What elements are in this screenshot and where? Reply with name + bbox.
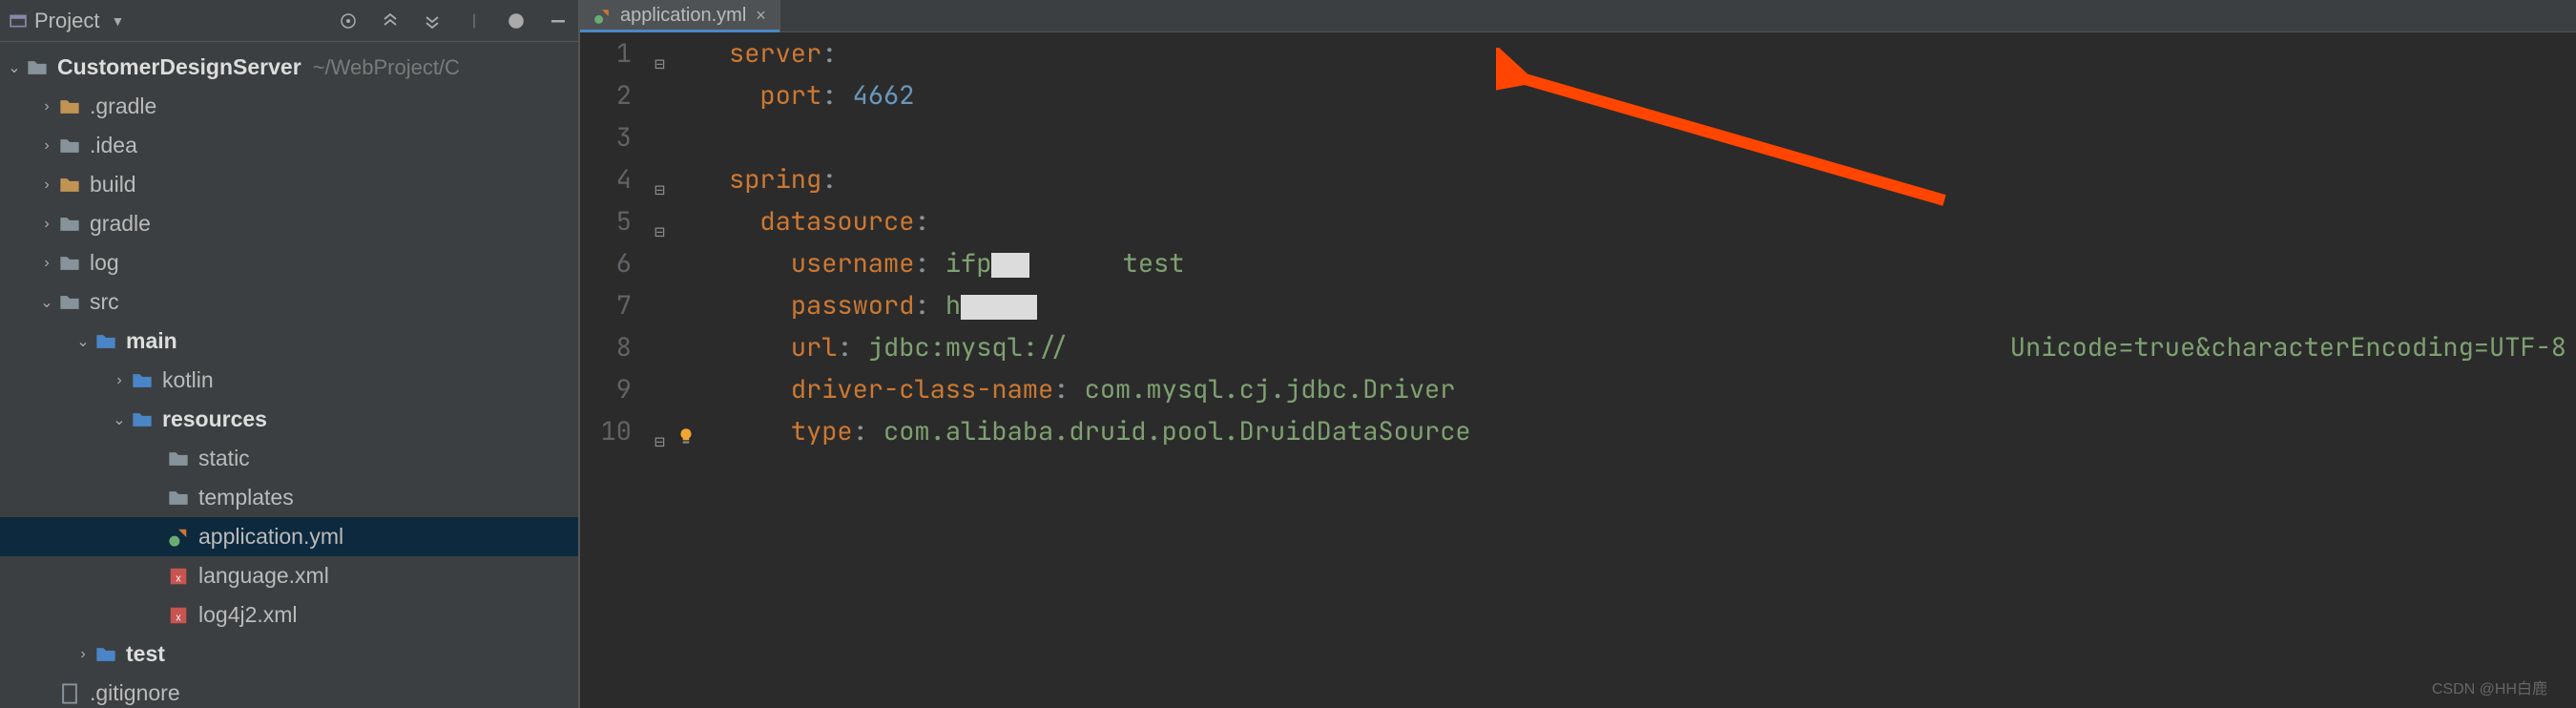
code-line-10[interactable]: type: com.alibaba.druid.pool.DruidDataSo… [700, 410, 2576, 452]
editor[interactable]: 12345678910 ⊟⊟⊟⊟ server: port: 4662 sprin… [580, 32, 2576, 708]
editor-tabbar: application.yml × [580, 0, 2576, 32]
folder-yellow-icon [59, 96, 80, 117]
sidebar-header: Project ▼ | [0, 0, 578, 42]
code-line-6[interactable]: username: ifp test [700, 242, 2576, 284]
yml-icon [168, 527, 189, 548]
tree-item-static[interactable]: static [0, 439, 578, 478]
tree-item--idea[interactable]: ›.idea [0, 126, 578, 165]
svg-text:x: x [176, 573, 181, 584]
tree-item-resources[interactable]: ⌄resources [0, 400, 578, 439]
xml-icon: x [168, 605, 189, 626]
tree-item--gradle[interactable]: ›.gradle [0, 87, 578, 126]
hide-icon[interactable] [548, 10, 569, 31]
code-line-4[interactable]: spring: [700, 158, 2576, 200]
code-line-3[interactable] [700, 116, 2576, 158]
tree-item-log[interactable]: ›log [0, 243, 578, 282]
tree-item-log4j2-xml[interactable]: xlog4j2.xml [0, 595, 578, 635]
folder-gray-icon [168, 448, 189, 469]
icon-gutter [674, 32, 700, 708]
tab-application-yml[interactable]: application.yml × [580, 0, 780, 31]
project-icon [10, 12, 27, 30]
tab-label: application.yml [620, 5, 746, 27]
select-opened-file-icon[interactable] [338, 10, 359, 31]
tree-item-build[interactable]: ›build [0, 165, 578, 204]
tree-item-kotlin[interactable]: ›kotlin [0, 361, 578, 400]
tree-item-templates[interactable]: templates [0, 478, 578, 517]
code-line-9[interactable]: driver-class-name: com.mysql.cj.jdbc.Dri… [700, 368, 2576, 410]
expand-all-icon[interactable] [380, 10, 401, 31]
fold-gutter[interactable]: ⊟⊟⊟⊟ [647, 32, 674, 708]
code-line-1[interactable]: server: [700, 32, 2576, 74]
code-area[interactable]: server: port: 4662 spring: datasource: us… [700, 32, 2576, 708]
folder-blue-icon [132, 370, 153, 391]
folder-gray-icon [59, 214, 80, 235]
collapse-all-icon[interactable] [422, 10, 443, 31]
folder-gray-icon [59, 292, 80, 313]
tree-item-main[interactable]: ⌄main [0, 322, 578, 361]
svg-text:x: x [176, 612, 181, 623]
close-icon[interactable]: × [756, 6, 766, 26]
folder-gray-icon [59, 135, 80, 156]
folder-blue-icon [95, 331, 116, 352]
sidebar-title: Project [34, 9, 99, 33]
watermark: CSDN @HH白鹿 [2432, 676, 2547, 698]
tree-item-test[interactable]: ›test [0, 635, 578, 674]
intention-bulb-icon[interactable] [675, 418, 696, 460]
file-icon [59, 683, 80, 704]
code-line-5[interactable]: datasource: [700, 200, 2576, 242]
settings-icon[interactable] [506, 10, 527, 31]
tree-item--gitignore[interactable]: .gitignore [0, 674, 578, 708]
project-tree[interactable]: ⌄CustomerDesignServer~/WebProject/C›.gra… [0, 42, 578, 708]
project-root[interactable]: ⌄CustomerDesignServer~/WebProject/C [0, 48, 578, 87]
folder-yellow-icon [59, 175, 80, 196]
tree-item-src[interactable]: ⌄src [0, 282, 578, 322]
folder-blue-icon [132, 409, 153, 430]
code-line-2[interactable]: port: 4662 [700, 74, 2576, 116]
yml-file-icon [593, 8, 611, 25]
chevron-down-icon: ▼ [111, 13, 124, 29]
xml-icon: x [168, 566, 189, 587]
folder-gray-icon [168, 488, 189, 509]
line-number-gutter: 12345678910 [580, 32, 647, 708]
project-selector[interactable]: Project ▼ [10, 9, 124, 33]
folder-gray-icon [59, 253, 80, 274]
code-line-7[interactable]: password: h [700, 284, 2576, 326]
tree-item-gradle[interactable]: ›gradle [0, 204, 578, 243]
tree-item-application-yml[interactable]: application.yml [0, 517, 578, 556]
tree-item-language-xml[interactable]: xlanguage.xml [0, 556, 578, 595]
folder-blue-icon [95, 644, 116, 665]
